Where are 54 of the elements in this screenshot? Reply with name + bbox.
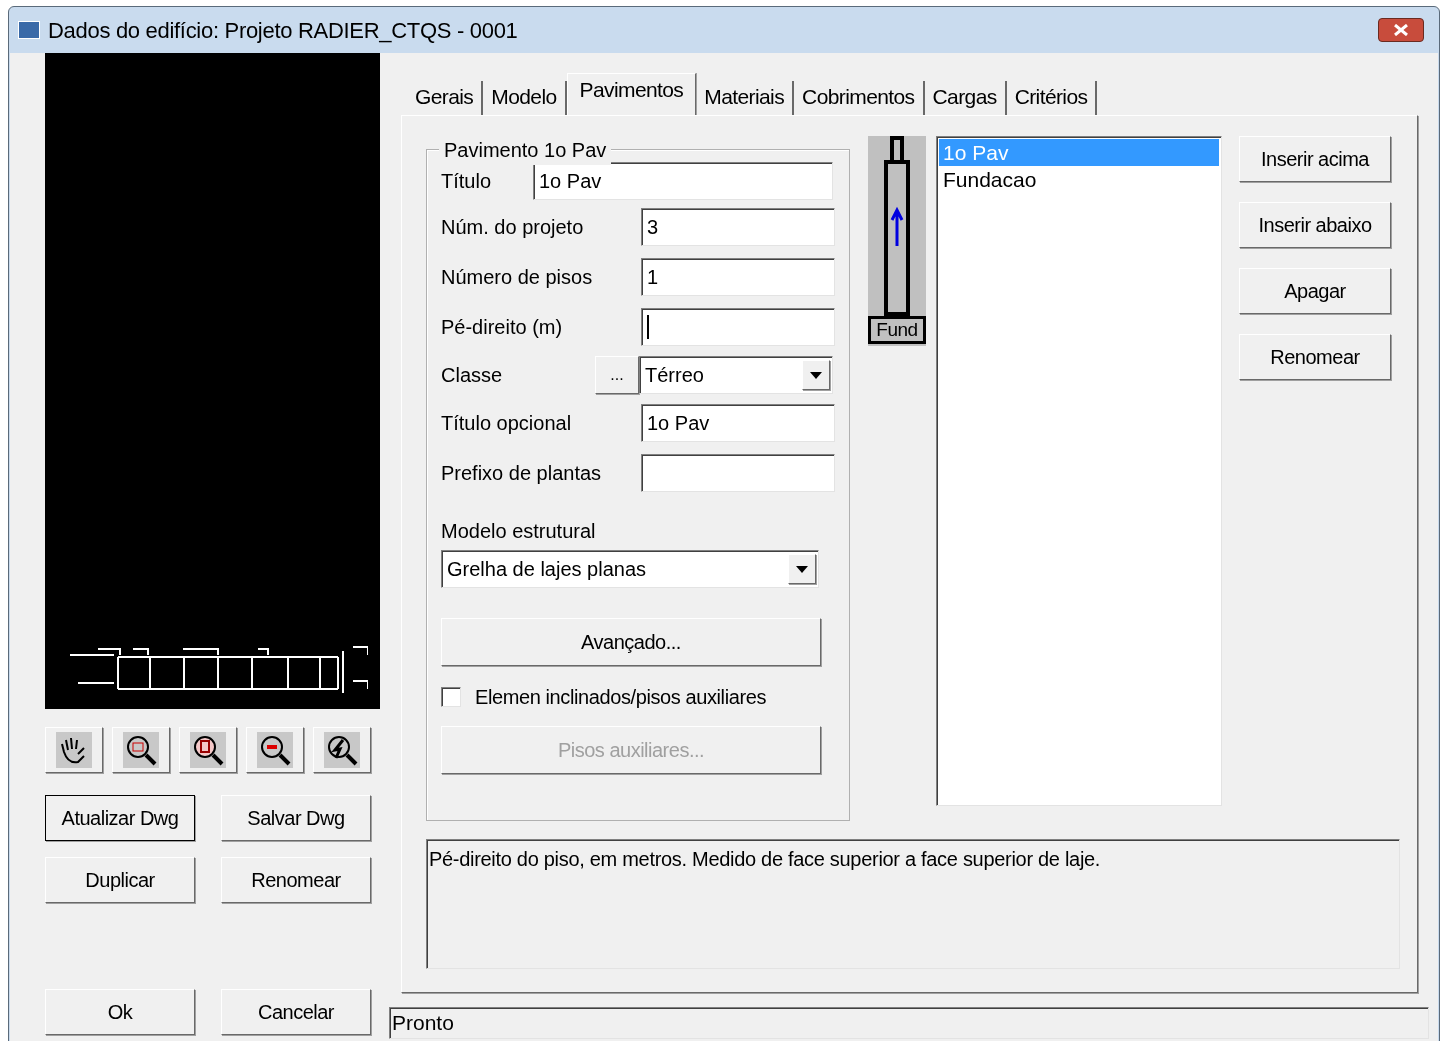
text-field[interactable]: 1o Pav	[533, 162, 833, 200]
dwg-button[interactable]: Atualizar Dwg	[45, 795, 195, 841]
zoom-extents-icon	[190, 732, 226, 768]
field-label: Classe	[441, 363, 504, 388]
checkbox-label: Elemen inclinados/pisos auxiliares	[475, 685, 766, 710]
field-label: Número de pisos	[441, 265, 594, 290]
field-label: Título opcional	[441, 411, 573, 436]
ellipsis-button[interactable]: ...	[595, 356, 639, 394]
zoom-out-icon	[257, 732, 293, 768]
field-label: Prefixo de plantas	[441, 461, 603, 486]
floor-action-button[interactable]: Apagar	[1239, 268, 1391, 314]
text-field[interactable]	[641, 454, 835, 492]
class-dropdown[interactable]: Térreo	[639, 356, 833, 394]
field-label: Modelo estrutural	[441, 519, 597, 544]
text-field[interactable]: 1o Pav	[641, 404, 835, 442]
field-label: Título	[441, 169, 493, 194]
text-field[interactable]	[641, 308, 835, 346]
close-icon	[1394, 24, 1408, 36]
toolbar-button[interactable]	[246, 727, 304, 773]
floor-action-button[interactable]: Inserir acima	[1239, 136, 1391, 182]
tower-label: Fund	[868, 316, 926, 344]
tab[interactable]: Cargas	[924, 81, 1007, 115]
model-dropdown[interactable]: Grelha de lajes planas	[441, 550, 819, 588]
tab[interactable]: Gerais	[407, 81, 484, 115]
dwg-button[interactable]: Salvar Dwg	[221, 795, 371, 841]
help-text: Pé-direito do piso, em metros. Medido de face superior a face superior de laje.	[426, 839, 1400, 969]
zoom-window-icon	[123, 732, 159, 768]
dwg-button[interactable]: Duplicar	[45, 857, 195, 903]
advanced-button[interactable]: Avançado...	[441, 618, 821, 666]
field-label: Núm. do projeto	[441, 215, 585, 240]
floor-action-button[interactable]: Inserir abaixo	[1239, 202, 1391, 248]
toolbar-button[interactable]	[112, 727, 170, 773]
toolbar-button[interactable]	[313, 727, 371, 773]
status-bar: Pronto	[389, 1007, 1429, 1039]
floor-list-item[interactable]: Fundacao	[939, 166, 1219, 193]
window-title: Dados do edifício: Projeto RADIER_CTQS - 0001	[48, 16, 518, 45]
cancel-button[interactable]: Cancelar	[221, 989, 371, 1035]
toolbar-button[interactable]	[179, 727, 237, 773]
field-label: Pé-direito (m)	[441, 315, 564, 340]
tab[interactable]: Cobrimentos	[794, 81, 925, 115]
ok-button[interactable]: Ok	[45, 989, 195, 1035]
tab[interactable]: Critérios	[1006, 81, 1098, 115]
text-field[interactable]: 3	[641, 208, 835, 246]
hand-icon	[56, 732, 92, 768]
close-button[interactable]	[1378, 18, 1424, 42]
toolbar-button[interactable]	[45, 727, 103, 773]
dwg-button[interactable]: Renomear	[221, 857, 371, 903]
checkbox[interactable]	[441, 687, 461, 707]
tab[interactable]: Pavimentos	[566, 73, 697, 115]
text-field[interactable]: 1	[641, 258, 835, 296]
tab[interactable]: Materiais	[696, 81, 795, 115]
app-logo-icon	[18, 21, 40, 39]
zoom-previous-icon	[324, 732, 360, 768]
floor-action-button[interactable]: Renomear	[1239, 334, 1391, 380]
